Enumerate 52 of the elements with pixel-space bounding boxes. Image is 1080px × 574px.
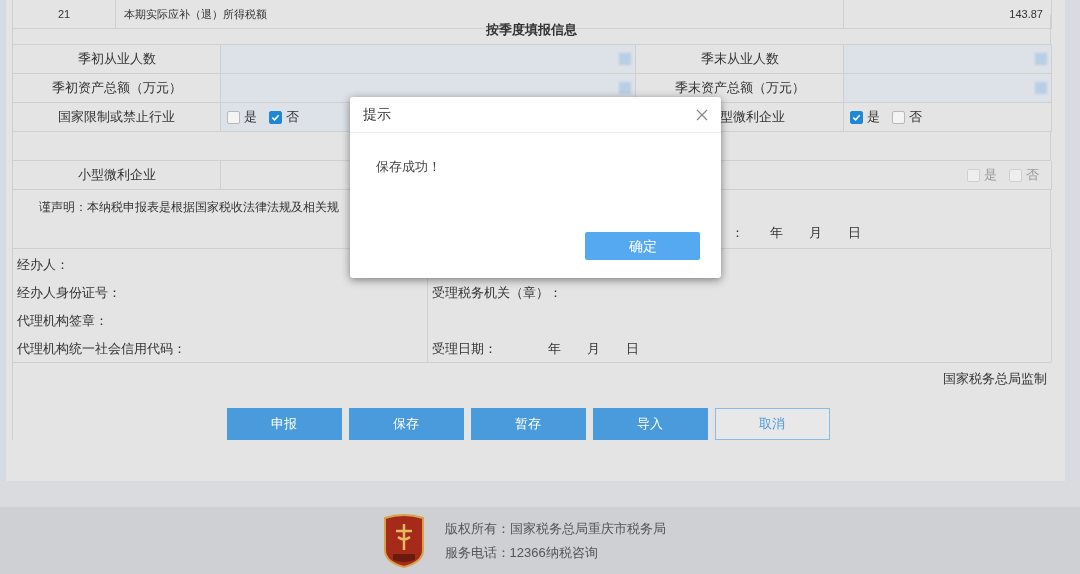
checkbox-label: 否	[909, 108, 922, 127]
field-label: 季末资产总额（万元）	[674, 79, 805, 98]
checkbox-label: 是	[867, 108, 880, 127]
emblem-logo-icon	[382, 513, 425, 568]
field-label: 季初从业人数	[77, 50, 156, 69]
field-label: 小型微利企业	[77, 166, 156, 185]
date-part: 年	[548, 340, 561, 358]
checkbox[interactable]	[269, 110, 282, 124]
date-part: 月	[587, 340, 600, 358]
confirm-button[interactable]: 确定	[585, 232, 700, 260]
checkbox-label: 是	[244, 108, 257, 127]
field-label: 型微利企业	[720, 108, 785, 127]
field-label: 国家限制或禁止行业	[58, 108, 175, 127]
signature-label: 受理日期：	[432, 340, 498, 358]
date-part: 日	[848, 223, 861, 242]
action-button[interactable]: 导入	[592, 407, 708, 440]
action-button[interactable]: 取消	[714, 407, 830, 440]
checkbox-label: 否	[286, 108, 299, 127]
checkbox-label: 否	[1026, 166, 1039, 185]
action-button[interactable]: 申报	[226, 407, 342, 440]
checkbox[interactable]	[892, 110, 905, 124]
date-part: 日	[626, 340, 639, 358]
date-part: 年	[770, 223, 783, 242]
signature-label: 代理机构统一社会信用代码：	[17, 340, 187, 358]
date-part: 月	[809, 223, 822, 242]
redacted-value	[1035, 53, 1047, 65]
action-button[interactable]: 暂存	[470, 407, 586, 440]
signature-label: 经办人身份证号：	[17, 284, 122, 302]
checkbox[interactable]	[850, 110, 863, 124]
field-label: 季初资产总额（万元）	[51, 79, 182, 98]
supervision-note: 国家税务总局监制	[943, 370, 1047, 388]
close-icon[interactable]	[696, 108, 708, 121]
dialog-title: 提示	[363, 105, 391, 124]
field-label: 季末从业人数	[700, 50, 779, 69]
row-value: 143.87	[1009, 7, 1043, 21]
dialog-message: 保存成功！	[376, 158, 442, 176]
checkbox-label: 是	[984, 166, 997, 185]
signature-label: 经办人：	[17, 256, 70, 274]
signature-label: 代理机构签章：	[17, 312, 109, 330]
signature-label: 受理税务机关（章）：	[432, 284, 563, 302]
declaration-text: 谨声明：本纳税申报表是根据国家税收法律法规及相关规	[38, 199, 340, 216]
row-label: 本期实际应补（退）所得税额	[124, 7, 267, 21]
redacted-value	[1035, 82, 1047, 94]
footer-text: 服务电话：12366纳税咨询	[444, 543, 599, 562]
redacted-value	[619, 82, 631, 94]
section-title: 按季度填报信息	[486, 20, 577, 39]
redacted-value	[619, 53, 631, 65]
row-number: 21	[57, 7, 71, 21]
action-button[interactable]: 保存	[348, 407, 464, 440]
footer-text: 版权所有：国家税务总局重庆市税务局	[444, 520, 666, 538]
date-part: ：	[731, 223, 744, 242]
checkbox[interactable]	[227, 110, 240, 124]
